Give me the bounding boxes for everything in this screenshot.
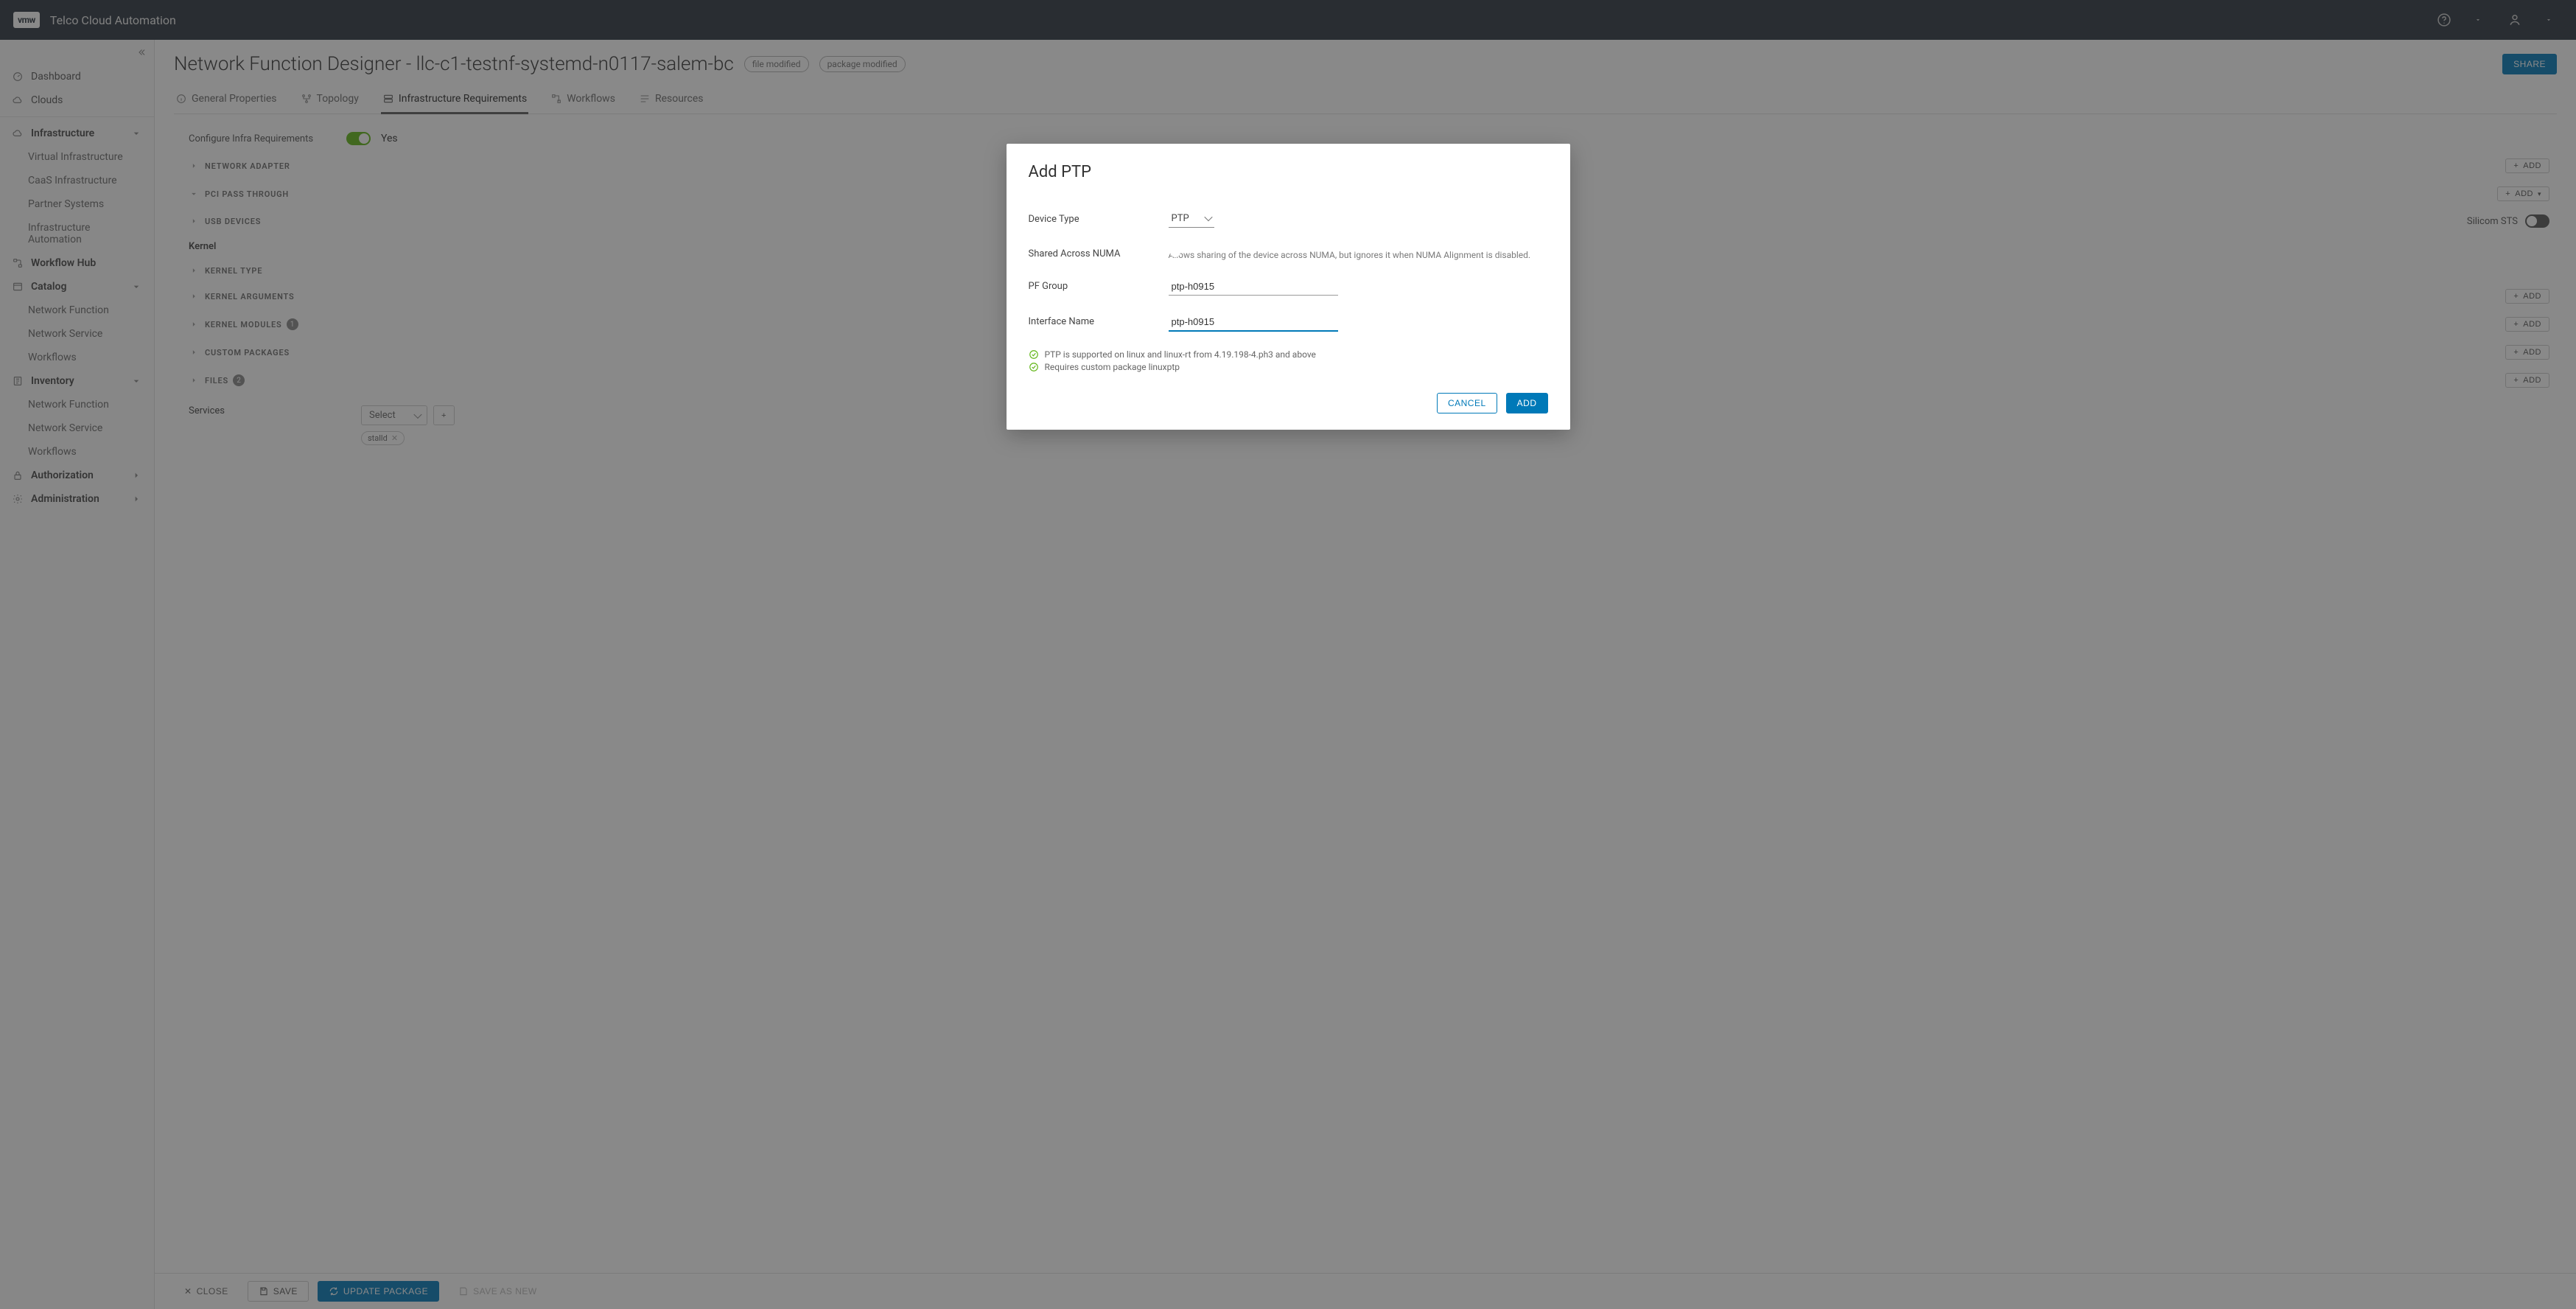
shared-numa-help: Allows sharing of the device across NUMA… (1169, 250, 1548, 260)
interface-name-input[interactable] (1169, 313, 1338, 332)
modal-cancel-button[interactable]: CANCEL (1437, 393, 1497, 413)
modal-note-2: Requires custom package linuxptp (1029, 362, 1548, 372)
shared-numa-label: Shared Across NUMA (1029, 245, 1169, 259)
check-circle-icon (1029, 349, 1039, 360)
interface-name-label: Interface Name (1029, 313, 1169, 327)
modal-title: Add PTP (1029, 163, 1548, 181)
modal-add-button[interactable]: ADD (1506, 393, 1548, 413)
device-type-select[interactable]: PTP (1169, 211, 1214, 228)
device-type-label: Device Type (1029, 211, 1169, 225)
add-ptp-modal: Add PTP Device Type PTP Shared Across NU… (1007, 144, 1570, 430)
modal-note-1: PTP is supported on linux and linux-rt f… (1029, 349, 1548, 360)
pf-group-input[interactable] (1169, 278, 1338, 296)
pf-group-label: PF Group (1029, 278, 1169, 292)
check-circle-icon (1029, 362, 1039, 372)
modal-overlay[interactable]: Add PTP Device Type PTP Shared Across NU… (0, 0, 2576, 1309)
